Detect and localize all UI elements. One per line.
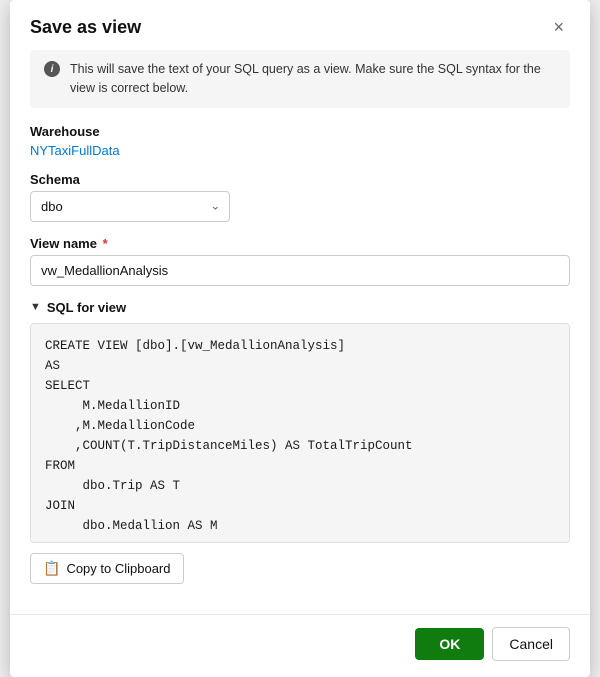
sql-code-area: CREATE VIEW [dbo].[vw_MedallionAnalysis]… [30, 323, 570, 543]
copy-to-clipboard-button[interactable]: 📋 Copy to Clipboard [30, 553, 184, 584]
info-banner-text: This will save the text of your SQL quer… [70, 60, 556, 98]
cancel-button[interactable]: Cancel [492, 627, 570, 661]
info-banner: This will save the text of your SQL quer… [30, 50, 570, 108]
dialog-body: This will save the text of your SQL quer… [10, 50, 590, 614]
schema-field-group: Schema dbo ⌄ [30, 172, 570, 222]
dialog-footer: OK Cancel [10, 614, 590, 677]
warehouse-label: Warehouse [30, 124, 570, 139]
warehouse-link[interactable]: NYTaxiFullData [30, 143, 570, 158]
dialog-header: Save as view × [10, 0, 590, 50]
close-button[interactable]: × [547, 16, 570, 38]
clipboard-button-label: Copy to Clipboard [66, 561, 170, 576]
ok-button[interactable]: OK [415, 628, 484, 660]
chevron-icon: ▼ [30, 301, 41, 313]
clipboard-icon: 📋 [43, 560, 60, 577]
schema-select[interactable]: dbo [30, 191, 230, 222]
view-name-field-group: View name * [30, 236, 570, 286]
warehouse-field-group: Warehouse NYTaxiFullData [30, 124, 570, 158]
sql-section-toggle[interactable]: ▼ SQL for view [30, 300, 570, 315]
sql-section: ▼ SQL for view CREATE VIEW [dbo].[vw_Med… [30, 300, 570, 584]
schema-label: Schema [30, 172, 570, 187]
info-icon [44, 61, 60, 77]
dialog-title: Save as view [30, 17, 141, 38]
save-as-view-dialog: Save as view × This will save the text o… [10, 0, 590, 677]
sql-code-block: CREATE VIEW [dbo].[vw_MedallionAnalysis]… [30, 323, 570, 543]
view-name-label: View name * [30, 236, 570, 251]
sql-section-label: SQL for view [47, 300, 126, 315]
required-indicator: * [99, 236, 108, 251]
schema-select-wrapper: dbo ⌄ [30, 191, 230, 222]
view-name-input[interactable] [30, 255, 570, 286]
